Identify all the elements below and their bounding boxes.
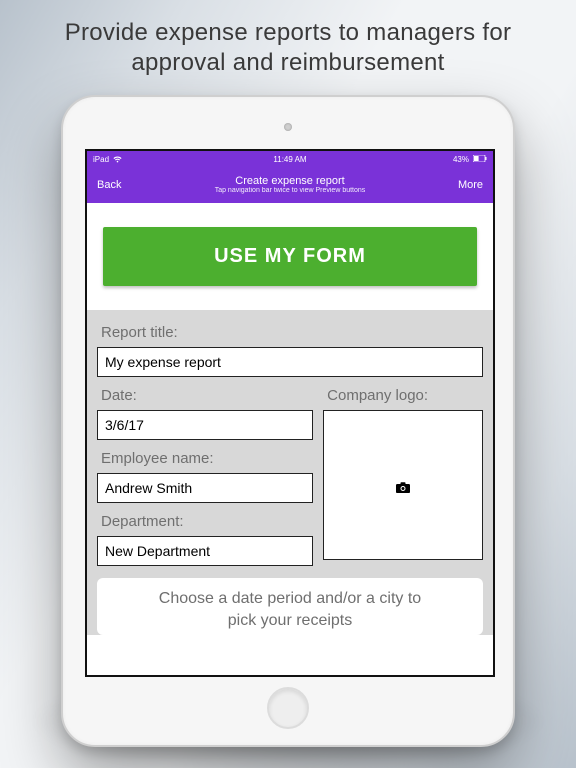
department-label: Department: — [97, 509, 313, 536]
status-time: 11:49 AM — [87, 155, 493, 164]
department-input[interactable]: New Department — [97, 536, 313, 566]
back-button[interactable]: Back — [97, 179, 137, 191]
carrier-label: iPad — [93, 155, 109, 164]
banner-area: USE MY FORM — [87, 203, 493, 310]
nav-bar: Back Create expense report Tap navigatio… — [87, 167, 493, 203]
report-title-label: Report title: — [97, 320, 483, 347]
department-value: New Department — [105, 543, 210, 559]
status-bar: iPad 11:49 AM 43% — [87, 151, 493, 167]
promo-line2: approval and reimbursement — [131, 49, 444, 76]
nav-title-area[interactable]: Create expense report Tap navigation bar… — [137, 176, 443, 195]
date-value: 3/6/17 — [105, 417, 144, 433]
date-label: Date: — [97, 383, 313, 410]
employee-label: Employee name: — [97, 446, 313, 473]
promo-line1: Provide expense reports to managers for — [65, 19, 512, 46]
home-button[interactable] — [267, 687, 309, 729]
report-title-input[interactable]: My expense report — [97, 347, 483, 377]
camera-icon — [396, 480, 410, 491]
date-input[interactable]: 3/6/17 — [97, 410, 313, 440]
use-my-form-button[interactable]: USE MY FORM — [103, 227, 477, 286]
device-mockup: iPad 11:49 AM 43% Back Create expense re… — [61, 95, 515, 747]
promo-headline: Provide expense reports to managers for … — [0, 0, 576, 92]
employee-input[interactable]: Andrew Smith — [97, 473, 313, 503]
nav-subtitle: Tap navigation bar twice to view Preview… — [137, 187, 443, 194]
form-area: Report title: My expense report Date: 3/… — [87, 310, 493, 635]
device-camera — [284, 123, 292, 131]
employee-value: Andrew Smith — [105, 480, 192, 496]
screen: iPad 11:49 AM 43% Back Create expense re… — [85, 149, 495, 677]
company-logo-label: Company logo: — [323, 383, 483, 410]
ipad-frame: iPad 11:49 AM 43% Back Create expense re… — [61, 95, 515, 747]
prompt-line2: pick your receipts — [109, 610, 471, 632]
date-city-prompt[interactable]: Choose a date period and/or a city to pi… — [97, 578, 483, 635]
report-title-value: My expense report — [105, 354, 221, 370]
company-logo-picker[interactable] — [323, 410, 483, 560]
prompt-line1: Choose a date period and/or a city to — [109, 588, 471, 610]
wifi-icon — [113, 155, 122, 164]
battery-icon — [473, 155, 487, 164]
nav-title: Create expense report — [137, 176, 443, 188]
more-button[interactable]: More — [443, 179, 483, 191]
battery-text: 43% — [453, 155, 469, 164]
